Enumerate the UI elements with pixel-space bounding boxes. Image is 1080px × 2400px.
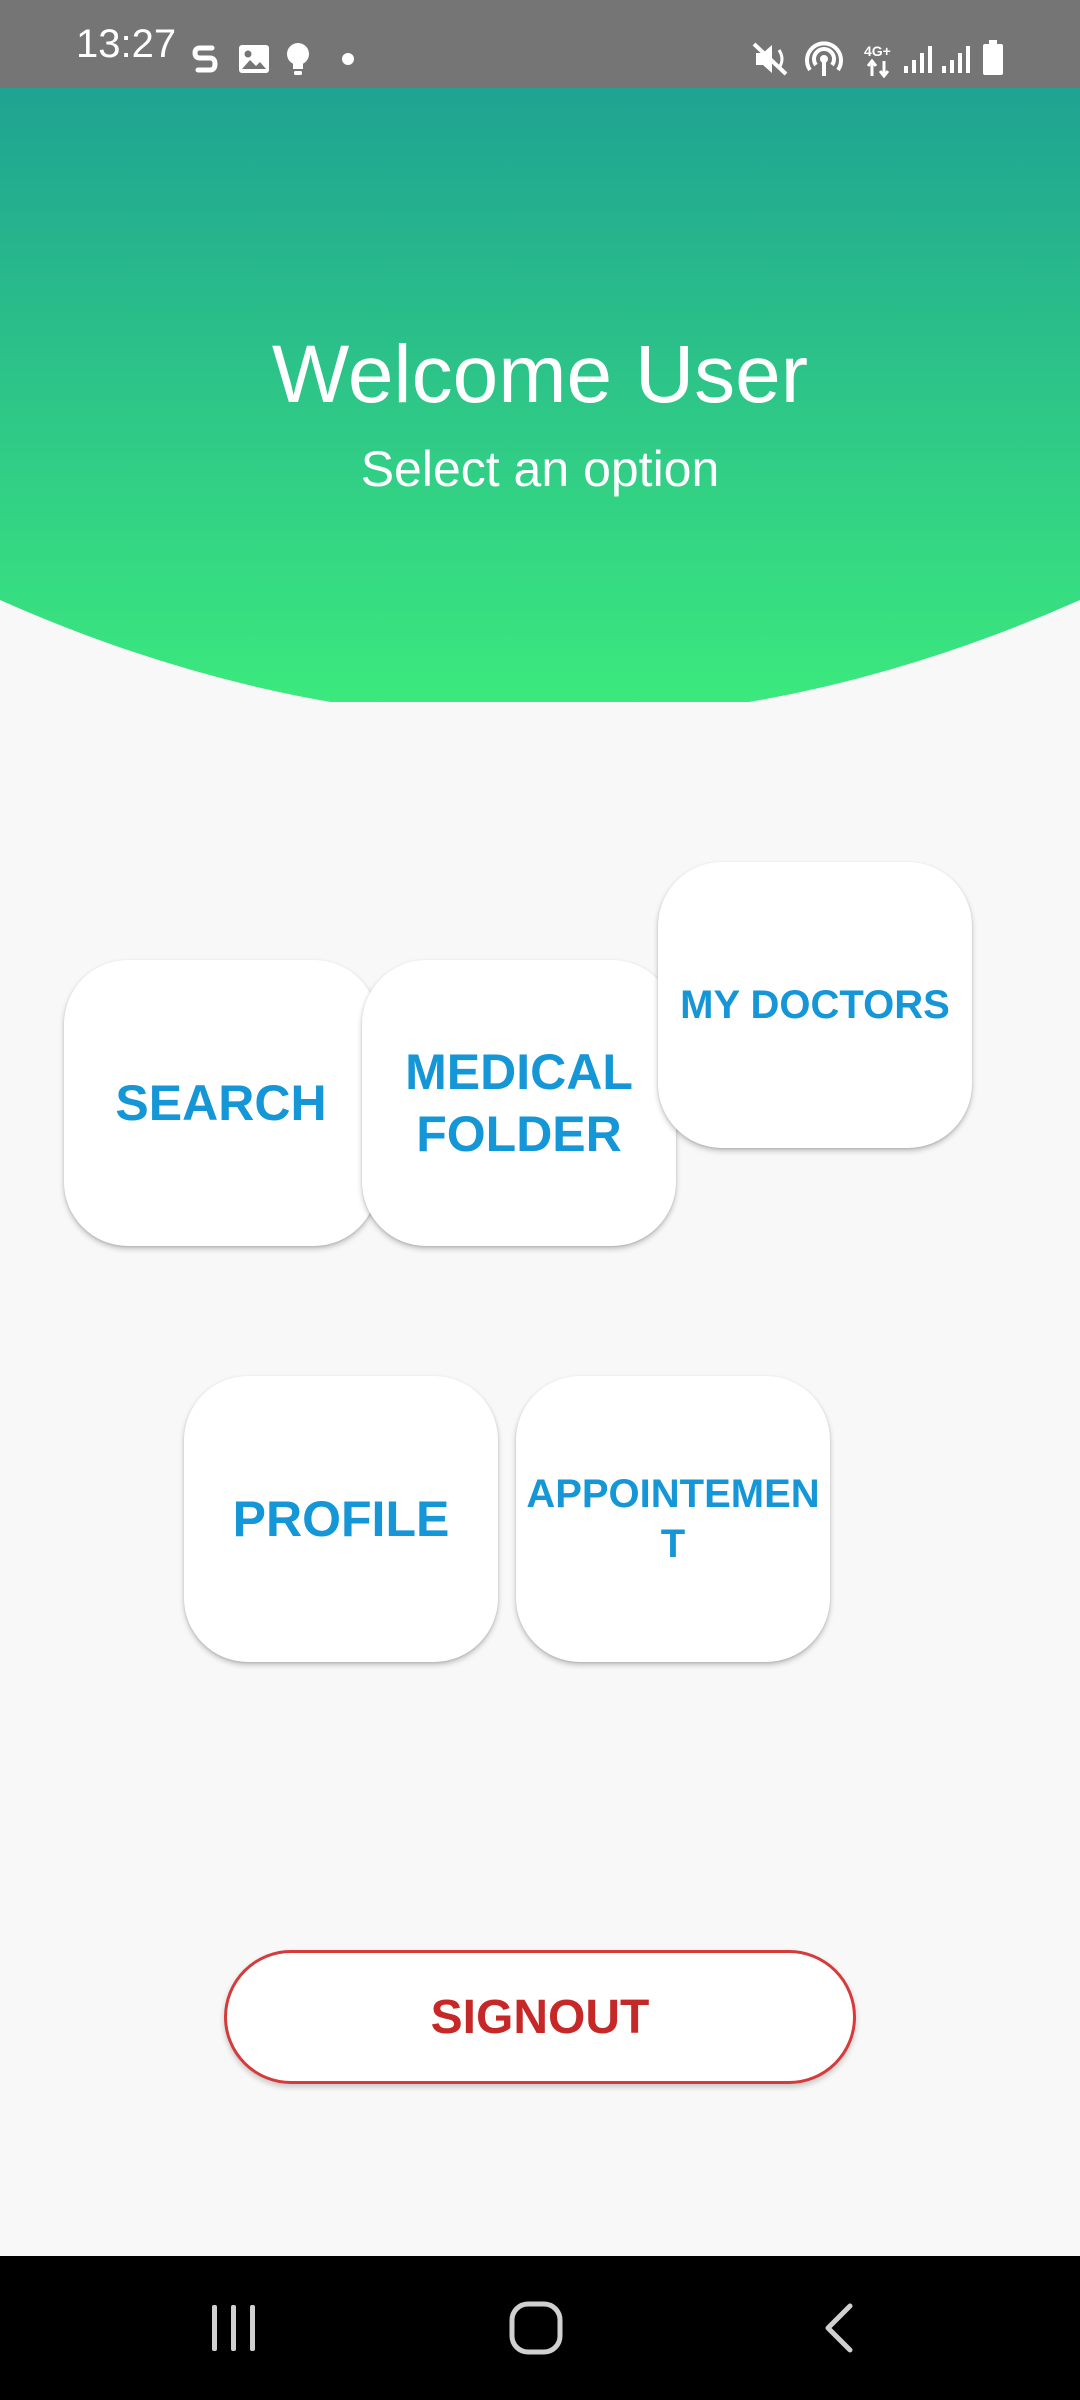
svg-text:4G+: 4G+ [864,43,891,59]
appointment-button-label: APPOINTEMENT [526,1472,820,1566]
sync-icon [192,45,218,73]
recent-apps-icon [212,2305,255,2351]
my-doctors-button[interactable]: MY DOCTORS [658,862,972,1148]
navigation-bar [0,2256,1080,2400]
hotspot-icon [805,41,843,76]
dot-icon [342,53,354,65]
profile-button[interactable]: PROFILE [184,1376,498,1662]
signal-icon [942,46,970,73]
search-button[interactable]: SEARCH [64,960,378,1246]
image-icon [239,45,269,73]
status-time: 13:27 [76,22,177,66]
status-bar: 13:27 4G+ [0,0,1080,88]
back-icon [825,2303,853,2353]
mute-vibrate-icon [752,42,788,76]
signout-button-label: SIGNOUT [430,1990,650,2044]
home-screen: 13:27 4G+ Welcome User Select an option … [0,0,1080,2400]
profile-button-label: PROFILE [232,1491,450,1547]
lightbulb-icon [287,43,309,75]
appointment-button[interactable]: APPOINTEMENT [516,1376,830,1662]
welcome-subtitle: Select an option [360,441,720,497]
welcome-title: Welcome User [271,329,809,420]
my-doctors-button-label: MY DOCTORS [680,982,950,1027]
back-button[interactable] [738,2256,938,2400]
signout-button[interactable]: SIGNOUT [224,1950,856,2084]
medical-folder-button[interactable]: MEDICAL FOLDER [362,960,676,1246]
home-button[interactable] [436,2256,636,2400]
recent-apps-button[interactable] [134,2256,334,2400]
search-button-label: SEARCH [115,1075,327,1131]
network-4g-plus-icon: 4G+ [864,43,891,78]
battery-icon [983,40,1003,75]
signal-icon [904,46,932,73]
home-icon [509,2301,563,2355]
medical-folder-button-label: MEDICAL FOLDER [405,1044,633,1162]
